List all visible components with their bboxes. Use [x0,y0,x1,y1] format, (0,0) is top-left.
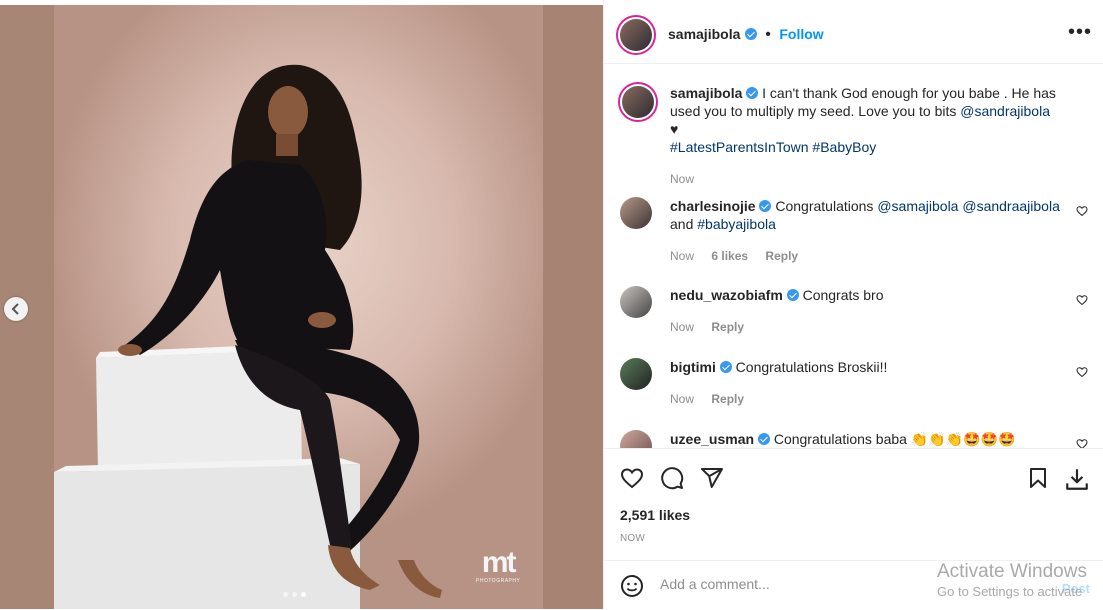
comment-text: Congrats bro [802,287,884,303]
verified-icon [759,200,772,212]
reply-button[interactable]: Reply [765,249,798,263]
previous-image-button[interactable] [4,297,28,321]
comment-likes[interactable]: 6 likes [711,249,748,263]
photographer-watermark: mt PHOTOGRAPHY [476,546,521,585]
like-heart-icon[interactable] [620,466,644,490]
verified-icon [744,28,757,40]
photo-scene [54,64,442,609]
post-comment-button[interactable]: Post [1062,581,1090,596]
comment-username[interactable]: charlesinojie [670,198,756,214]
comment-time: Now [670,249,695,263]
comment-icon[interactable] [660,466,684,490]
follow-button[interactable]: Follow [779,26,823,42]
verified-icon [746,87,759,99]
post-actions-bar: 2,591 likes NOW [604,448,1103,561]
author-line: samajibola • Follow [668,26,824,44]
caption-username[interactable]: samajibola [670,85,742,101]
comment-username[interactable]: bigtimi [670,359,716,375]
author-username[interactable]: samajibola [668,26,740,42]
comment-body: nedu_wazobiafm Congrats bro Now Reply [670,286,1060,336]
comment-text: and [670,216,698,232]
comment-meta: Now Reply [670,318,1060,336]
caption-time: Now [670,172,695,186]
commenter-avatar[interactable] [620,358,652,390]
comment-meta: Now 6 likes Reply [670,247,1060,265]
commenter-avatar[interactable] [620,197,652,229]
carousel-dot-active [301,592,306,597]
comment-text: Congratulations [775,198,878,214]
comment-body: uzee_usman Congratulations baba 👏👏👏🤩🤩🤩 [670,430,1060,448]
heart-icon[interactable] [1076,294,1088,306]
heart-icon[interactable] [1076,438,1088,448]
heart-icon[interactable] [1076,205,1088,217]
carousel-dots [283,592,306,597]
caption-meta: Now [670,170,1060,188]
heart-icon[interactable] [1076,366,1088,378]
caption-mention[interactable]: @sandrajibola [960,103,1050,119]
reply-button[interactable]: Reply [711,392,744,406]
comment-text: Congratulations baba 👏👏👏🤩🤩🤩 [773,431,1016,447]
comment-time: Now [670,392,695,406]
comment-body: charlesinojie Congratulations @samajibol… [670,197,1060,265]
post-photo[interactable]: mt PHOTOGRAPHY [0,0,603,609]
post-header: samajibola • Follow ••• [604,5,1103,64]
comment-body: bigtimi Congratulations Broskii!! Now Re… [670,358,1060,408]
share-icon[interactable] [700,466,724,490]
carousel-dot [292,592,297,597]
verified-icon [719,361,732,373]
post-side-panel: samajibola • Follow ••• samajibola I can… [603,0,1103,609]
bookmark-icon[interactable] [1026,466,1050,490]
photo-top-strip [0,0,603,5]
black-heart-emoji: ♥ [670,121,679,137]
watermark-logo: mt [481,546,517,579]
chevron-left-icon [11,303,19,315]
verified-icon [757,433,770,445]
caption-body: samajibola I can't thank God enough for … [670,84,1060,188]
more-options-button[interactable]: ••• [1068,22,1092,42]
comment-mention[interactable]: @samajibola [877,198,958,214]
comment-mention[interactable]: @sandraajibola [962,198,1060,214]
post-time: NOW [620,533,646,544]
carousel-dot [283,592,288,597]
caption-hashtags[interactable]: #LatestParentsInTown #BabyBoy [670,139,876,155]
add-comment-bar: Post [604,560,1103,610]
likes-count[interactable]: 2,591 likes [620,507,690,523]
comment-username[interactable]: nedu_wazobiafm [670,287,783,303]
emoji-icon[interactable] [620,574,644,598]
commenter-avatar[interactable] [620,430,652,448]
verified-icon [786,289,799,301]
watermark-subtitle: PHOTOGRAPHY [476,578,521,584]
reply-button[interactable]: Reply [711,320,744,334]
download-icon[interactable] [1064,466,1090,492]
comments-list[interactable]: samajibola I can't thank God enough for … [604,64,1103,448]
comment-hashtag[interactable]: #babyajibola [697,216,776,232]
caption-avatar[interactable] [618,82,658,122]
comment-text: Congratulations Broskii!! [735,359,888,375]
comment-meta: Now Reply [670,390,1060,408]
comment-username[interactable]: uzee_usman [670,431,754,447]
comment-time: Now [670,320,695,334]
commenter-avatar[interactable] [620,286,652,318]
comment-input[interactable] [658,575,922,593]
separator-dot: • [765,26,771,43]
author-avatar[interactable] [616,15,656,55]
